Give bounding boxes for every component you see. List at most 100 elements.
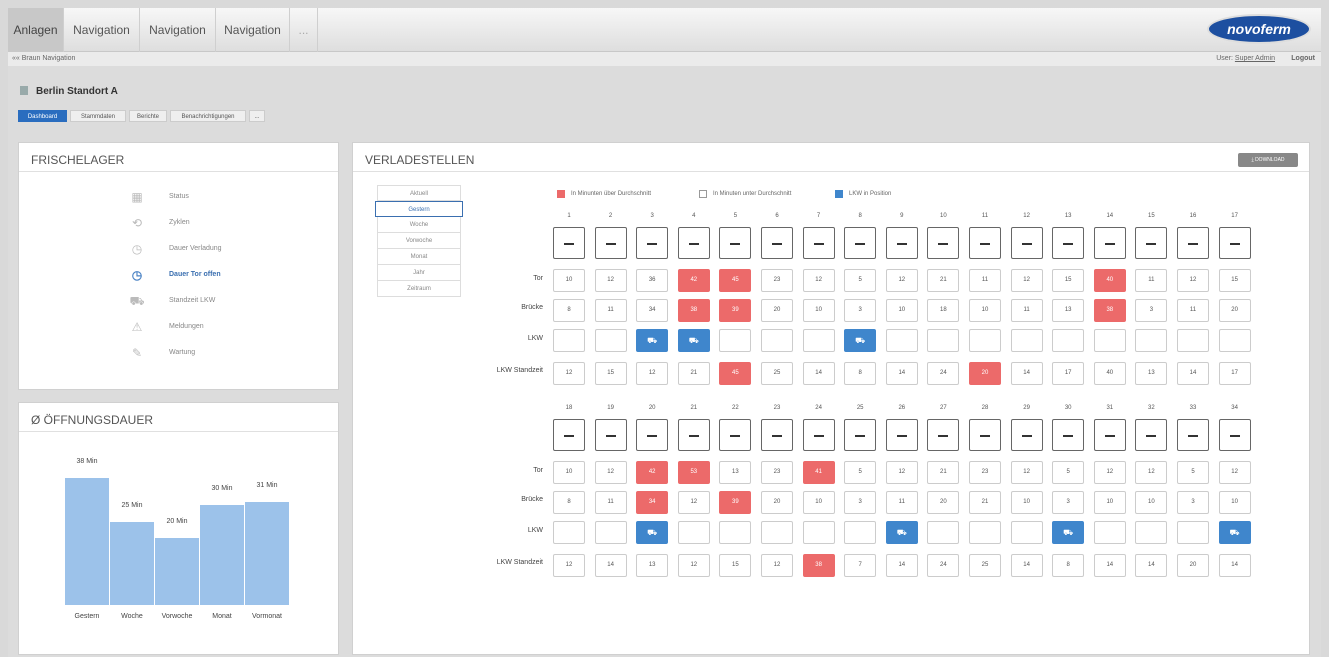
door-18[interactable] — [553, 419, 585, 451]
tor-cell[interactable]: 5 — [1177, 461, 1209, 484]
standzeit-cell[interactable]: 38 — [802, 554, 835, 577]
standzeit-cell[interactable]: 20 — [1177, 554, 1209, 577]
tor-cell[interactable]: 11 — [1135, 269, 1168, 292]
tab-navigation-1[interactable]: Navigation — [64, 8, 140, 52]
bruecke-cell[interactable]: 39 — [719, 491, 752, 514]
standzeit-cell[interactable]: 14 — [802, 362, 835, 385]
back-link[interactable]: «« Braun Navigation — [12, 52, 75, 66]
tor-cell[interactable]: 11 — [969, 269, 1001, 292]
tor-cell[interactable]: 10 — [553, 269, 585, 292]
standzeit-cell[interactable]: 14 — [1093, 554, 1126, 577]
tor-cell[interactable]: 12 — [1093, 461, 1126, 484]
standzeit-cell[interactable]: 40 — [1093, 362, 1126, 385]
lkw-cell[interactable] — [1093, 521, 1126, 544]
tor-cell[interactable]: 5 — [1052, 461, 1085, 484]
bruecke-cell[interactable]: 34 — [636, 491, 669, 514]
standzeit-cell[interactable]: 12 — [677, 554, 710, 577]
door-21[interactable] — [677, 419, 710, 451]
standzeit-cell[interactable]: 8 — [1052, 554, 1085, 577]
door-24[interactable] — [802, 419, 835, 451]
standzeit-cell[interactable]: 14 — [885, 362, 918, 385]
standzeit-cell[interactable]: 14 — [1010, 362, 1043, 385]
lkw-cell[interactable] — [594, 521, 627, 544]
bruecke-cell[interactable]: 8 — [553, 299, 585, 322]
tor-cell[interactable]: 15 — [1052, 269, 1085, 292]
user-name-link[interactable]: Super Admin — [1235, 55, 1275, 62]
door-26[interactable] — [885, 419, 918, 451]
tor-cell[interactable]: 36 — [636, 269, 669, 292]
bruecke-cell[interactable]: 11 — [1177, 299, 1209, 322]
standzeit-cell[interactable]: 14 — [1218, 554, 1251, 577]
door-25[interactable] — [844, 419, 877, 451]
menu-item-dauer-verladung[interactable]: ◷ Dauer Verladung — [129, 239, 289, 259]
lkw-cell[interactable] — [719, 521, 752, 544]
standzeit-cell[interactable]: 25 — [761, 362, 793, 385]
lkw-cell[interactable] — [594, 329, 627, 352]
standzeit-cell[interactable]: 13 — [1135, 362, 1168, 385]
lkw-cell[interactable] — [969, 521, 1001, 544]
door-8[interactable] — [844, 227, 877, 259]
lkw-cell[interactable] — [1135, 329, 1168, 352]
standzeit-cell[interactable]: 7 — [844, 554, 877, 577]
door-6[interactable] — [761, 227, 793, 259]
lkw-cell[interactable] — [1177, 329, 1209, 352]
standzeit-cell[interactable]: 12 — [553, 554, 585, 577]
door-19[interactable] — [594, 419, 627, 451]
tab-benachrichtigungen[interactable]: Benachrichtigungen — [170, 110, 246, 122]
door-1[interactable] — [553, 227, 585, 259]
door-17[interactable] — [1218, 227, 1251, 259]
standzeit-cell[interactable]: 14 — [885, 554, 918, 577]
tor-cell[interactable]: 5 — [844, 269, 877, 292]
tor-cell[interactable]: 21 — [927, 269, 960, 292]
tor-cell[interactable]: 53 — [677, 461, 710, 484]
lkw-cell[interactable] — [1177, 521, 1209, 544]
lkw-cell[interactable] — [1052, 329, 1085, 352]
bruecke-cell[interactable]: 10 — [1218, 491, 1251, 514]
period-gestern[interactable]: Gestern — [375, 201, 463, 217]
bruecke-cell[interactable]: 10 — [802, 299, 835, 322]
bruecke-cell[interactable]: 10 — [885, 299, 918, 322]
standzeit-cell[interactable]: 21 — [677, 362, 710, 385]
bruecke-cell[interactable]: 3 — [1177, 491, 1209, 514]
lkw-cell[interactable] — [1135, 521, 1168, 544]
bruecke-cell[interactable]: 11 — [1010, 299, 1043, 322]
tor-cell[interactable]: 40 — [1093, 269, 1126, 292]
tor-cell[interactable]: 12 — [594, 269, 627, 292]
tor-cell[interactable]: 12 — [594, 461, 627, 484]
standzeit-cell[interactable]: 12 — [553, 362, 585, 385]
lkw-cell[interactable] — [802, 329, 835, 352]
door-34[interactable] — [1218, 419, 1251, 451]
lkw-cell[interactable] — [677, 521, 710, 544]
bruecke-cell[interactable]: 38 — [677, 299, 710, 322]
tor-cell[interactable]: 13 — [719, 461, 752, 484]
door-11[interactable] — [969, 227, 1001, 259]
lkw-cell[interactable] — [1093, 329, 1126, 352]
door-10[interactable] — [927, 227, 960, 259]
standzeit-cell[interactable]: 24 — [927, 554, 960, 577]
truck-icon[interactable]: ⛟ — [1052, 521, 1085, 544]
tab-navigation-2[interactable]: Navigation — [140, 8, 216, 52]
bruecke-cell[interactable]: 10 — [1010, 491, 1043, 514]
bruecke-cell[interactable]: 10 — [802, 491, 835, 514]
door-15[interactable] — [1135, 227, 1168, 259]
period-zeitraum[interactable]: Zeitraum — [377, 281, 461, 297]
tor-cell[interactable]: 23 — [761, 269, 793, 292]
tor-cell[interactable]: 12 — [1010, 461, 1043, 484]
lkw-cell[interactable] — [802, 521, 835, 544]
tor-cell[interactable]: 12 — [1177, 269, 1209, 292]
door-3[interactable] — [636, 227, 669, 259]
door-33[interactable] — [1177, 419, 1209, 451]
bruecke-cell[interactable]: 13 — [1052, 299, 1085, 322]
door-4[interactable] — [677, 227, 710, 259]
door-20[interactable] — [636, 419, 669, 451]
standzeit-cell[interactable]: 20 — [969, 362, 1001, 385]
tor-cell[interactable]: 23 — [761, 461, 793, 484]
menu-item-wartung[interactable]: ✎ Wartung — [129, 343, 289, 363]
tor-cell[interactable]: 12 — [1010, 269, 1043, 292]
tab-stammdaten[interactable]: Stammdaten — [70, 110, 126, 122]
lkw-cell[interactable] — [844, 521, 877, 544]
logout-link[interactable]: Logout — [1291, 52, 1315, 66]
truck-icon[interactable]: ⛟ — [1218, 521, 1251, 544]
period-vorwoche[interactable]: Vorwoche — [377, 233, 461, 249]
tab-more-sub[interactable]: ... — [249, 110, 265, 122]
